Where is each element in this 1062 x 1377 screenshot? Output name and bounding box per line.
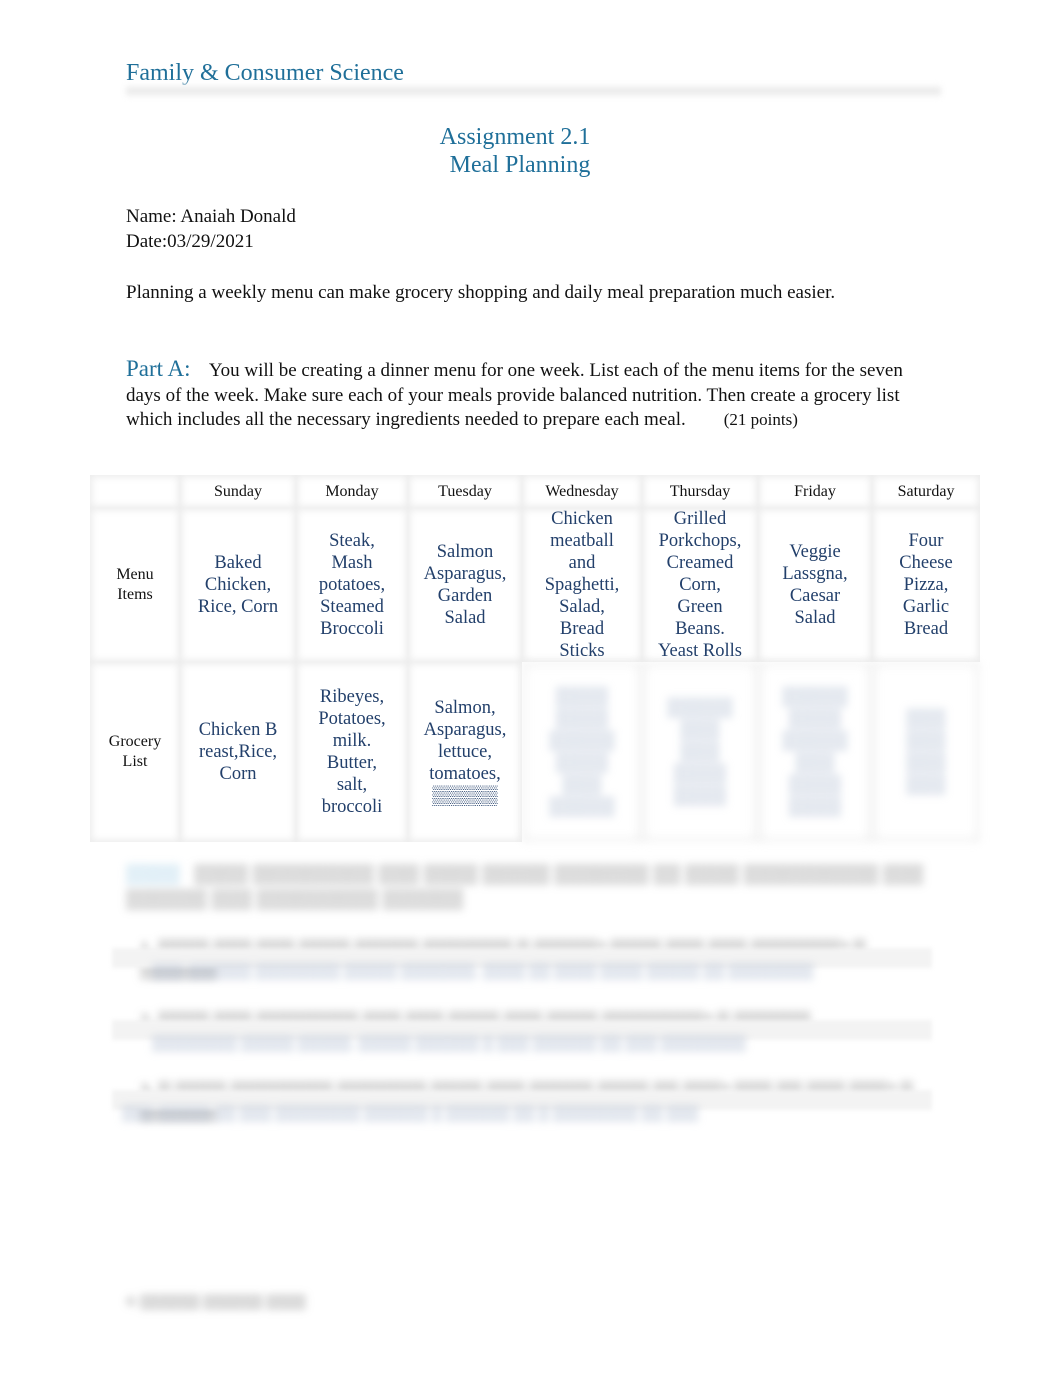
grocery-cell[interactable]: ▒▒▒▒ ▒▒▒▒ ▒▒▒▒▒ ▒▒▒▒ ▒▒▒ ▒▒▒▒▒ [522, 662, 642, 842]
day-header: Thursday [642, 475, 758, 508]
table-header-row: Sunday Monday Tuesday Wednesday Thursday… [90, 475, 980, 508]
menu-cell[interactable]: Steak, Mash potatoes, Steamed Broccoli [296, 508, 408, 662]
grocery-cell[interactable]: ▒▒▒ ▒▒▒ ▒▒▒ ▒▒▒ [872, 662, 980, 842]
menu-cell[interactable]: Salmon Asparagus, Garden Salad [408, 508, 522, 662]
grocery-cell[interactable]: Salmon, Asparagus, lettuce, tomatoes, ▒▒… [408, 662, 522, 842]
part-b-text: ▒▒▒▒ ▒▒▒▒▒▒▒▒▒ ▒▒▒ ▒▒▒▒ ▒▒▒▒▒ ▒▒▒▒▒▒▒ ▒▒… [126, 864, 924, 910]
question-block: 2. ▒▒▒▒ ▒▒▒ ▒▒▒▒▒▒▒▒ ▒▒▒ ▒▒▒ ▒▒▒▒ ▒▒▒ ▒▒… [112, 1010, 932, 1052]
assignment-title: Assignment 2.1 [439, 124, 591, 150]
menu-cell[interactable]: Veggie Lassgna, Caesar Salad [758, 508, 872, 662]
menu-cell[interactable]: Grilled Porkchops, Creamed Corn, Green B… [642, 508, 758, 662]
meal-plan-table: Sunday Monday Tuesday Wednesday Thursday… [90, 475, 980, 842]
grocery-cell[interactable]: Chicken Breast,Rice,Corn [180, 662, 296, 842]
part-b-label: ▒▒▒▒ [126, 864, 180, 885]
day-header: Friday [758, 475, 872, 508]
course-title: Family & Consumer Science [126, 60, 404, 86]
part-a-label: Part A: [126, 356, 191, 381]
grocery-cell[interactable]: Ribeyes, Potatoes, milk. Butter, salt, b… [296, 662, 408, 842]
answer-text: ▒▒▒ ▒▒▒▒▒▒ ▒▒▒▒▒▒▒▒ ▒▒▒▒▒ ▒▒▒▒▒▒▒. ▒▒▒▒ … [152, 964, 814, 980]
assignment-date: Date:03/29/2021 [126, 231, 254, 252]
student-name: Name: Anaiah Donald [126, 206, 296, 227]
intro-paragraph: Planning a weekly menu can make grocery … [126, 282, 836, 303]
assignment-topic: Meal Planning [449, 152, 591, 178]
question-block: 3. ▒ ▒▒▒▒ ▒▒▒▒▒▒▒▒ ▒▒▒▒▒▒▒ ▒▒▒▒ ▒▒▒ ▒▒▒▒… [112, 1080, 932, 1122]
row-label-menu: Menu Items [90, 508, 180, 662]
part-a-instructions: Part A: You will be creating a dinner me… [126, 356, 926, 433]
menu-cell[interactable]: Four Cheese Pizza, Garlic Bread [872, 508, 980, 662]
answer-text: ▒▒▒ ▒▒▒▒▒ ▒▒ ▒▒▒ ▒▒▒▒▒▒▒▒ ▒▒▒▒▒▒ ▒ ▒▒▒▒▒… [122, 1106, 699, 1122]
answer-text: ▒▒▒▒▒▒▒▒ ▒▒▒▒▒ ▒▒▒▒▒. ▒▒▒▒▒ ▒▒▒▒▒▒ ▒ ▒▒▒… [152, 1036, 746, 1052]
header-divider [126, 84, 941, 98]
grocery-list-row: Grocery List Chicken Breast,Rice,Corn Ri… [90, 662, 980, 842]
grocery-cell[interactable]: ▒▒▒▒▒ ▒▒▒▒ ▒▒▒▒▒ ▒▒▒ ▒▒▒▒ ▒▒▒▒ [758, 662, 872, 842]
corner-cell [90, 475, 180, 508]
part-a-points: (21 points) [723, 410, 798, 429]
menu-cell[interactable]: Baked Chicken, Rice, Corn [180, 508, 296, 662]
row-label-grocery: Grocery List [90, 662, 180, 842]
day-header: Tuesday [408, 475, 522, 508]
day-header: Monday [296, 475, 408, 508]
grocery-cell[interactable]: ▒▒▒▒▒ ▒▒▒ ▒▒▒ ▒▒▒▒ ▒▒▒▒ [642, 662, 758, 842]
question-block: 1. ▒▒▒▒ ▒▒▒ ▒▒▒ ▒▒▒▒ ▒▒▒▒▒ ▒▒▒▒▒▒▒ ▒ ▒▒▒… [112, 938, 932, 980]
day-header: Sunday [180, 475, 296, 508]
day-header: Wednesday [522, 475, 642, 508]
page-footer: © ▒▒▒▒▒▒ ▒▒▒▒▒▒ ▒▒▒▒ [126, 1295, 306, 1310]
part-b-instructions: ▒▒▒▒ ▒▒▒▒ ▒▒▒▒▒▒▒▒▒ ▒▒▒ ▒▒▒▒ ▒▒▒▒▒ ▒▒▒▒▒… [126, 862, 926, 912]
menu-cell[interactable]: Chicken meatball and Spaghetti, Salad, B… [522, 508, 642, 662]
day-header: Saturday [872, 475, 980, 508]
menu-items-row: Menu Items Baked Chicken, Rice, Corn Ste… [90, 508, 980, 662]
